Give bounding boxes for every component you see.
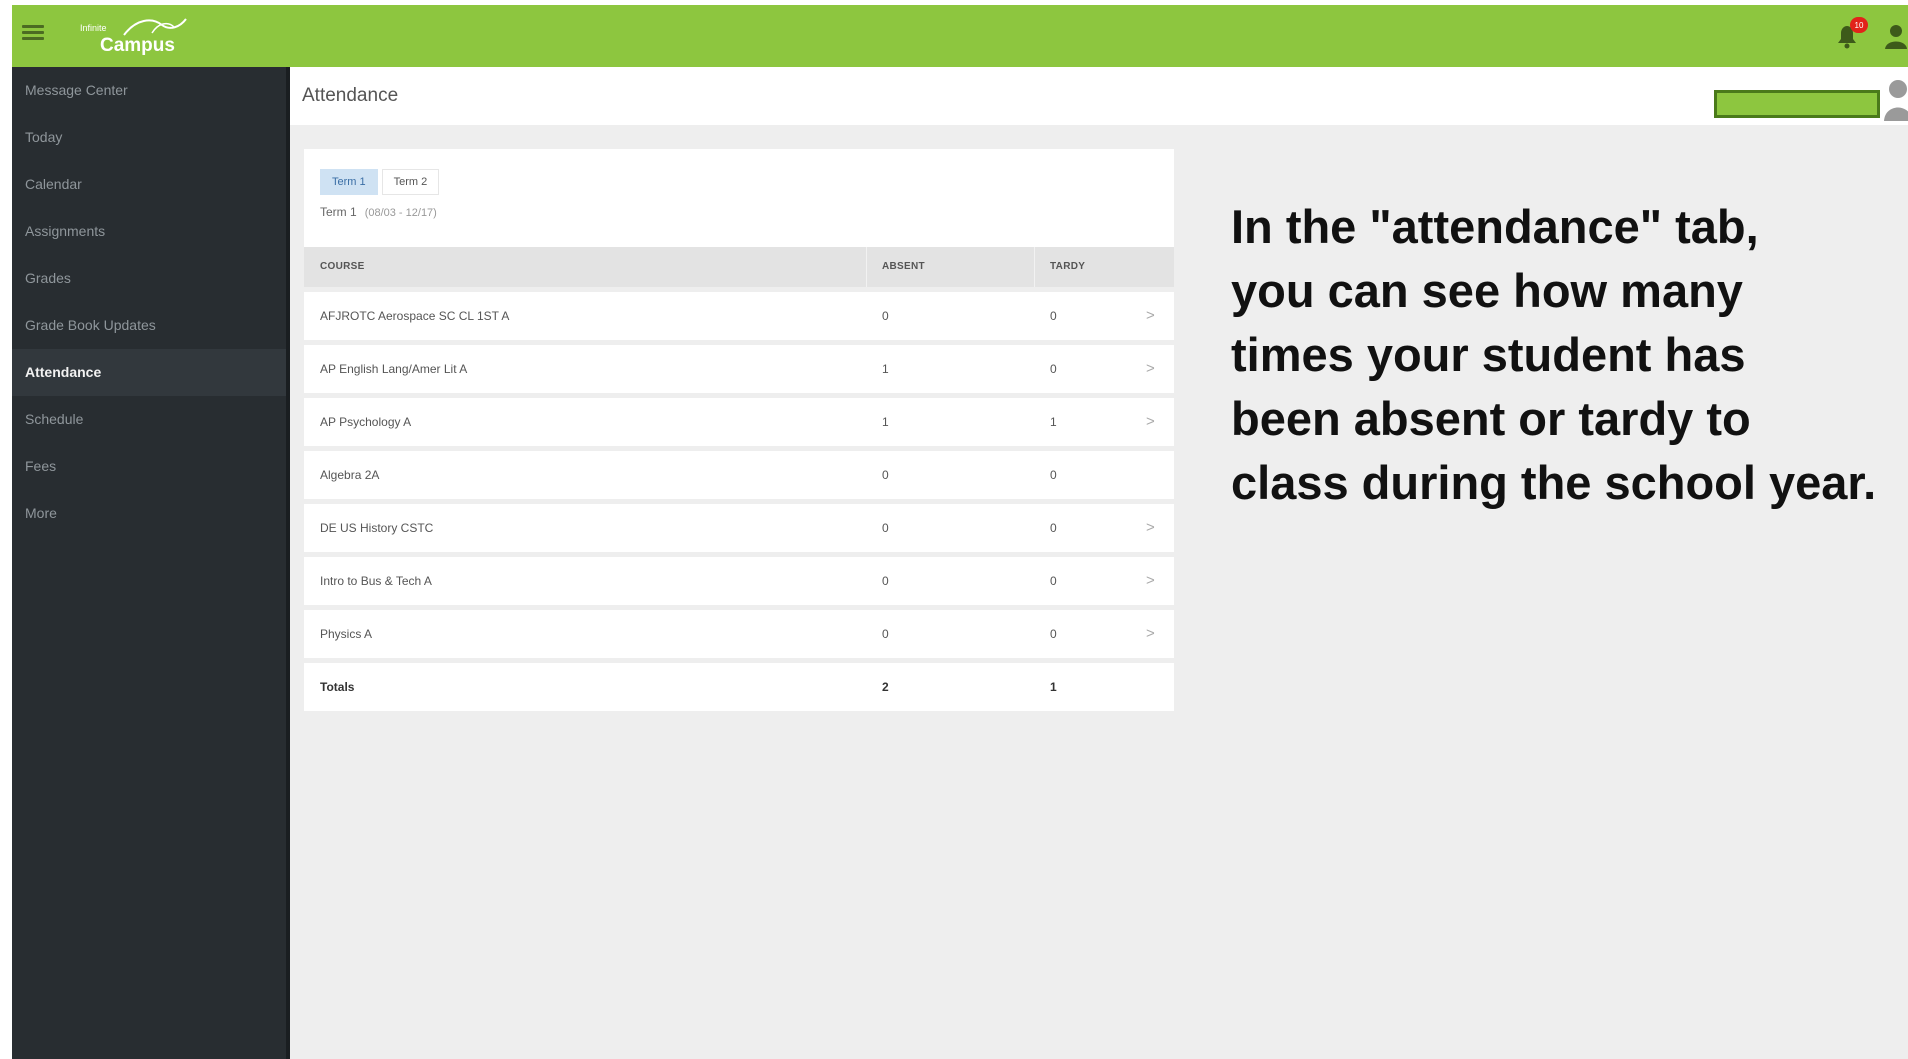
tab-term-2[interactable]: Term 2 xyxy=(381,169,440,195)
chevron-right-icon[interactable]: > xyxy=(1146,292,1155,340)
annotation-line: times your student has xyxy=(1231,328,1746,381)
absent-cell: 0 xyxy=(882,309,889,323)
top-bar: Infinite Campus 10 xyxy=(12,5,1908,67)
course-cell: AFJROTC Aerospace SC CL 1ST A xyxy=(320,309,510,323)
tardy-cell: 1 xyxy=(1050,415,1057,429)
logo-small-text: Infinite xyxy=(80,23,107,33)
absent-cell: 0 xyxy=(882,521,889,535)
course-cell: Physics A xyxy=(320,627,373,641)
absent-cell: 1 xyxy=(882,362,889,376)
column-header-course: COURSE xyxy=(320,261,365,272)
sidebar-item-assignments[interactable]: Assignments xyxy=(12,208,286,255)
attendance-card: Term 1 Term 2 Term 1 (08/03 - 12/17) COUR… xyxy=(304,149,1174,711)
tardy-cell: 0 xyxy=(1050,574,1057,588)
page-header: Attendance xyxy=(290,67,1908,125)
tab-term-1[interactable]: Term 1 xyxy=(320,169,378,195)
sidebar-item-grades[interactable]: Grades xyxy=(12,255,286,302)
term-range-dates: (08/03 - 12/17) xyxy=(364,207,437,219)
annotation-line: In the "attendance" tab, xyxy=(1231,200,1759,253)
term-range-label: Term 1 xyxy=(320,205,357,219)
chevron-right-icon[interactable]: > xyxy=(1146,610,1155,658)
column-divider xyxy=(1034,247,1035,287)
logo-big-text: Campus xyxy=(100,35,175,56)
annotation-text: In the "attendance" tab, you can see how… xyxy=(1231,195,1901,515)
tardy-cell: 0 xyxy=(1050,521,1057,535)
course-cell: DE US History CSTC xyxy=(320,521,434,535)
table-row: Algebra 2A 0 0 xyxy=(304,446,1174,499)
column-header-absent: ABSENT xyxy=(882,261,925,272)
absent-cell: 0 xyxy=(882,468,889,482)
chevron-right-icon[interactable]: > xyxy=(1146,398,1155,446)
avatar-icon[interactable] xyxy=(1884,75,1908,123)
app-logo[interactable]: Infinite Campus xyxy=(80,13,188,59)
sidebar-item-message-center[interactable]: Message Center xyxy=(12,67,286,114)
totals-tardy: 1 xyxy=(1050,680,1057,694)
sidebar-item-attendance[interactable]: Attendance xyxy=(12,349,286,396)
tardy-cell: 0 xyxy=(1050,468,1057,482)
sidebar-item-more[interactable]: More xyxy=(12,490,286,537)
absent-cell: 0 xyxy=(882,574,889,588)
course-cell: AP English Lang/Amer Lit A xyxy=(320,362,468,376)
sidebar-item-fees[interactable]: Fees xyxy=(12,443,286,490)
chevron-right-icon[interactable]: > xyxy=(1146,504,1155,552)
table-row[interactable]: AFJROTC Aerospace SC CL 1ST A 0 0 > xyxy=(304,287,1174,340)
chevron-right-icon[interactable]: > xyxy=(1146,557,1155,605)
sidebar-item-today[interactable]: Today xyxy=(12,114,286,161)
course-cell: Intro to Bus & Tech A xyxy=(320,574,432,588)
absent-cell: 1 xyxy=(882,415,889,429)
totals-label: Totals xyxy=(320,680,355,694)
totals-absent: 2 xyxy=(882,680,889,694)
absent-cell: 0 xyxy=(882,627,889,641)
tardy-cell: 0 xyxy=(1050,627,1057,641)
table-row[interactable]: AP English Lang/Amer Lit A 1 0 > xyxy=(304,340,1174,393)
app-screen: Infinite Campus 10 Message Center Today … xyxy=(12,5,1908,1059)
course-cell: Algebra 2A xyxy=(320,468,380,482)
sidebar-nav: Message Center Today Calendar Assignment… xyxy=(12,67,290,1059)
highlight-box xyxy=(1714,90,1880,118)
sidebar-item-schedule[interactable]: Schedule xyxy=(12,396,286,443)
table-header: COURSE ABSENT TARDY xyxy=(304,247,1174,287)
table-row[interactable]: DE US History CSTC 0 0 > xyxy=(304,499,1174,552)
column-divider xyxy=(866,247,867,287)
course-cell: AP Psychology A xyxy=(320,415,412,429)
term-range: Term 1 (08/03 - 12/17) xyxy=(320,205,437,219)
annotation-line: been absent or tardy to xyxy=(1231,392,1751,445)
chevron-right-icon[interactable]: > xyxy=(1146,345,1155,393)
table-row[interactable]: Intro to Bus & Tech A 0 0 > xyxy=(304,552,1174,605)
page-title: Attendance xyxy=(302,85,399,106)
term-tabs: Term 1 Term 2 xyxy=(320,169,440,195)
tardy-cell: 0 xyxy=(1050,309,1057,323)
hamburger-menu-icon[interactable] xyxy=(22,21,44,43)
table-row[interactable]: AP Psychology A 1 1 > xyxy=(304,393,1174,446)
column-header-tardy: TARDY xyxy=(1050,261,1086,272)
notification-count-badge: 10 xyxy=(1850,17,1868,33)
totals-row: Totals 2 1 xyxy=(304,658,1174,711)
sidebar-item-grade-book-updates[interactable]: Grade Book Updates xyxy=(12,302,286,349)
annotation-line: class during the school year. xyxy=(1231,456,1877,509)
annotation-line: you can see how many xyxy=(1231,264,1743,317)
sidebar-item-calendar[interactable]: Calendar xyxy=(12,161,286,208)
table-row[interactable]: Physics A 0 0 > xyxy=(304,605,1174,658)
user-profile-icon[interactable] xyxy=(1884,21,1908,51)
tardy-cell: 0 xyxy=(1050,362,1057,376)
